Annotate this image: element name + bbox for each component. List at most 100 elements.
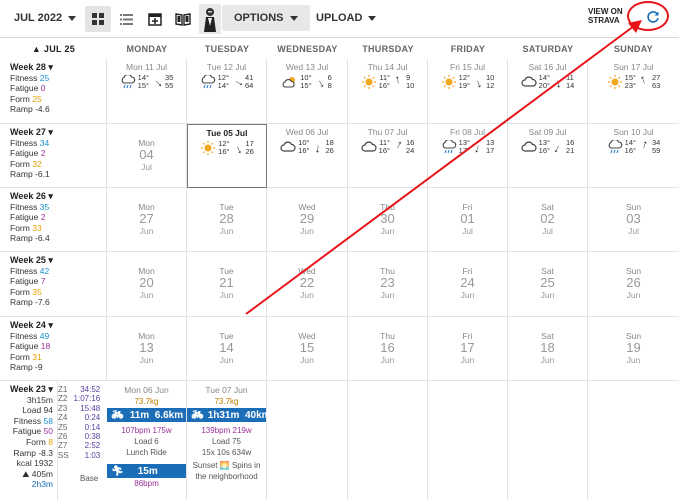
toolbar: JUL 2022 OPTIONS UPLOAD VIEW ON STRAVA [0, 0, 679, 38]
sun-icon [361, 75, 376, 89]
list-view-button[interactable] [113, 6, 139, 32]
week-23-label[interactable]: Week 23 ▾ [10, 384, 57, 395]
weather-forecast: 11° 16° ↑ 16 24 [348, 137, 427, 155]
day-cell[interactable]: Sat 09 Jul 13° 16° ↑ 16 21 [508, 124, 588, 188]
day-cell-empty[interactable] [267, 381, 348, 500]
athlete-avatar[interactable] [199, 4, 221, 34]
wind-arrow-icon: ↑ [232, 77, 248, 90]
day-cell[interactable]: Mon 27 Jun [107, 188, 187, 252]
day-month: Jul [462, 226, 473, 236]
wind-arrow-icon: ↑ [152, 77, 167, 92]
day-cell[interactable]: Thu 30 Jun [348, 188, 428, 252]
day-cell[interactable]: Mon 13 Jun [107, 317, 187, 381]
day-cell[interactable]: Mon 11 Jul 14° 15° ↑ 35 55 [107, 59, 187, 124]
day-number: 30 [380, 211, 395, 226]
day-cell[interactable]: Thu 23 Jun [348, 252, 428, 317]
zone-row: Z6 0:38 [58, 432, 100, 441]
zone-time: 15:48 [80, 403, 101, 413]
day-cell[interactable]: Wed 29 Jun [267, 188, 348, 252]
month-selector[interactable]: JUL 2022 [14, 5, 77, 31]
zone-label: Z5 [58, 422, 68, 432]
activity-ride-lunch[interactable]: 🚲︎ 11m 6.6km [107, 408, 186, 422]
day-cell[interactable]: Sun 03 Jul [588, 188, 679, 252]
fatigue-label: Fatigue [10, 212, 39, 223]
day-cell[interactable]: Sun 19 Jun [588, 317, 679, 381]
view-on-strava-link[interactable]: VIEW ON STRAVA [588, 7, 623, 25]
day-cell-empty[interactable] [508, 381, 588, 500]
heart-rate-value: 139bpm [201, 426, 231, 435]
day-month: Jun [300, 226, 314, 236]
day-cell[interactable]: Tue 28 Jun [187, 188, 267, 252]
form-label: Form [26, 436, 46, 447]
fitness-label: Fitness [10, 201, 38, 212]
day-date: Sun 10 Jul [613, 127, 654, 137]
day-cell[interactable]: Sat 02 Jul [508, 188, 588, 252]
activity-ride-sunset[interactable]: 🚲︎ 1h31m 40km [187, 408, 271, 422]
form-label: Form [10, 286, 30, 297]
day-month: Jul [141, 162, 152, 172]
day-cell[interactable]: Thu 16 Jun [348, 317, 428, 381]
day-cell[interactable]: Tue 21 Jun [187, 252, 267, 317]
day-cell[interactable]: Wed 22 Jun [267, 252, 348, 317]
day-cell[interactable]: Fri 08 Jul 13° 17° ↑ 13 17 [428, 124, 508, 188]
day-cell[interactable]: Sun 10 Jul 14° 16° ↑ 34 59 [588, 124, 679, 188]
day-cell[interactable]: Wed 06 Jul 10° 16° ↑ 18 26 [267, 124, 348, 188]
day-cell[interactable]: Sun 17 Jul 15° 23° ↑ 27 63 [588, 59, 679, 124]
activity-run[interactable]: 🏃︎ 15m [107, 464, 186, 478]
temp-low: 17° [458, 146, 470, 155]
day-cell[interactable]: Fri 24 Jun [428, 252, 508, 317]
day-cell[interactable]: Sun 26 Jun [588, 252, 679, 317]
day-month: Jun [139, 355, 154, 365]
day-cell[interactable]: Tue 05 Jul 12° 16° ↑ 17 26 [187, 124, 267, 188]
workout-library-button[interactable] [170, 6, 196, 32]
form-value: 8 [48, 436, 53, 447]
day-cell[interactable]: Mon 20 Jun [107, 252, 187, 317]
run-time: 15m [137, 465, 158, 477]
day-cell[interactable]: Sat 18 Jun [508, 317, 588, 381]
weather-forecast: 13° 16° ↑ 16 21 [508, 139, 587, 157]
week-label[interactable]: Week 25 ▾ [10, 255, 106, 266]
day-cell[interactable]: Fri 15 Jul 12° 19° ↑ 10 12 [428, 59, 508, 124]
day-cell[interactable]: Tue 14 Jun [187, 317, 267, 381]
day-cell[interactable]: Thu 07 Jul 11° 16° ↑ 16 24 [348, 124, 428, 188]
strava-label: STRAVA [588, 16, 620, 25]
day-cell[interactable]: Wed 13 Jul 10° 15° ↑ 68 [267, 59, 348, 124]
day-cell-mon-06-jun[interactable]: Mon 06 Jun 73.7kg 🚲︎ 11m 6.6km 107bpm 175… [107, 381, 187, 500]
week-label[interactable]: Week 24 ▾ [10, 320, 106, 331]
weather-forecast: 14° 20° ↑ 11 14 [508, 74, 587, 92]
day-cell[interactable]: Fri 01 Jul [428, 188, 508, 252]
week-label[interactable]: Week 28 ▾ [10, 62, 106, 73]
day-cell[interactable]: Sat 16 Jul 14° 20° ↑ 11 14 [508, 59, 588, 124]
add-event-button[interactable] [142, 6, 168, 32]
day-cell-empty[interactable] [588, 381, 679, 500]
day-cell[interactable]: Wed 15 Jun [267, 317, 348, 381]
day-cell[interactable]: Sat 25 Jun [508, 252, 588, 317]
sun-icon [201, 141, 216, 155]
upload-menu[interactable]: UPLOAD [316, 5, 377, 31]
day-cell[interactable]: Tue 12 Jul 12° 14° ↑ 41 64 [187, 59, 267, 124]
day-date: Tue 12 Jul [206, 62, 247, 72]
week-label[interactable]: Week 26 ▾ [10, 191, 106, 202]
day-month: Jul [542, 226, 553, 236]
day-month: Jun [139, 290, 154, 300]
day-date: Wed 06 Jul [285, 127, 329, 137]
form-label: Form [10, 351, 30, 362]
day-cell-tue-07-jun[interactable]: Tue 07 Jun 73.7kg 🚲︎ 1h31m 40km 139bpm 21… [187, 381, 271, 500]
temp-low: 15° [137, 81, 149, 90]
day-cell-empty[interactable] [428, 381, 508, 500]
day-header-tuesday: TUESDAY [204, 44, 250, 54]
week-label[interactable]: Week 27 ▾ [10, 127, 106, 138]
day-cell-empty[interactable] [348, 381, 428, 500]
day-cell[interactable]: Fri 17 Jun [428, 317, 508, 381]
zone-row: SS 1:03 [58, 451, 100, 460]
day-number: 18 [540, 340, 555, 355]
jump-to-date[interactable]: ▲ JUL 25 [0, 38, 107, 58]
options-menu[interactable]: OPTIONS [222, 5, 310, 31]
week-summary: Week 24 ▾ Fitness 49 Fatigue 18 Form 31 … [0, 317, 107, 381]
chevron-down-icon [68, 15, 77, 21]
day-month: Jun [460, 290, 475, 300]
calendar-view-button[interactable] [85, 6, 111, 32]
day-cell[interactable]: Thu 14 Jul 11° 16° ↑ 9 10 [348, 59, 428, 124]
day-cell[interactable]: Mon 04 Jul [107, 124, 187, 188]
form-value: 32 [32, 158, 42, 169]
